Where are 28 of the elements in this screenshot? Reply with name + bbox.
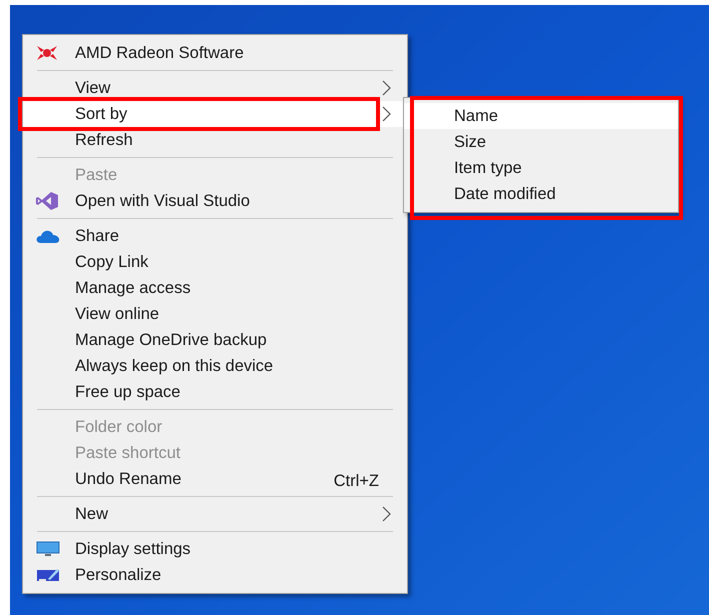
menu-item[interactable]: Manage access bbox=[23, 275, 407, 301]
shortcut-text: Ctrl+Z bbox=[334, 471, 379, 492]
menu-item[interactable]: Undo Rename Ctrl+Z bbox=[23, 466, 407, 492]
chevron-right-icon bbox=[382, 106, 391, 122]
menu-item[interactable]: Display settings bbox=[23, 536, 407, 562]
menu-item[interactable]: Refresh bbox=[23, 127, 407, 153]
personalize-icon bbox=[36, 567, 60, 583]
menu-item[interactable]: Item type bbox=[404, 155, 678, 181]
menu-item[interactable]: Always keep on this device bbox=[23, 353, 407, 379]
menu-item[interactable]: New bbox=[23, 501, 407, 527]
chevron-right-icon bbox=[382, 80, 391, 96]
cloud-icon bbox=[36, 229, 60, 243]
chevron-right-icon bbox=[382, 506, 391, 522]
amd-logo-icon bbox=[36, 45, 58, 61]
menu-item[interactable]: Manage OneDrive backup bbox=[23, 327, 407, 353]
menu-item[interactable]: Share bbox=[23, 223, 407, 249]
menu-item[interactable]: View online bbox=[23, 301, 407, 327]
menu-item[interactable]: Name bbox=[404, 103, 678, 129]
menu-item[interactable]: AMD Radeon Software bbox=[23, 40, 407, 66]
menu-item[interactable]: Personalize bbox=[23, 562, 407, 588]
menu-item[interactable]: Free up space bbox=[23, 379, 407, 405]
monitor-icon bbox=[36, 541, 60, 557]
menu-item[interactable]: View bbox=[23, 75, 407, 101]
menu-item[interactable]: Copy Link bbox=[23, 249, 407, 275]
menu-item[interactable]: Size bbox=[404, 129, 678, 155]
visual-studio-icon bbox=[36, 192, 58, 210]
menu-item[interactable]: Open with Visual Studio bbox=[23, 188, 407, 214]
menu-item[interactable]: Date modified bbox=[404, 181, 678, 207]
